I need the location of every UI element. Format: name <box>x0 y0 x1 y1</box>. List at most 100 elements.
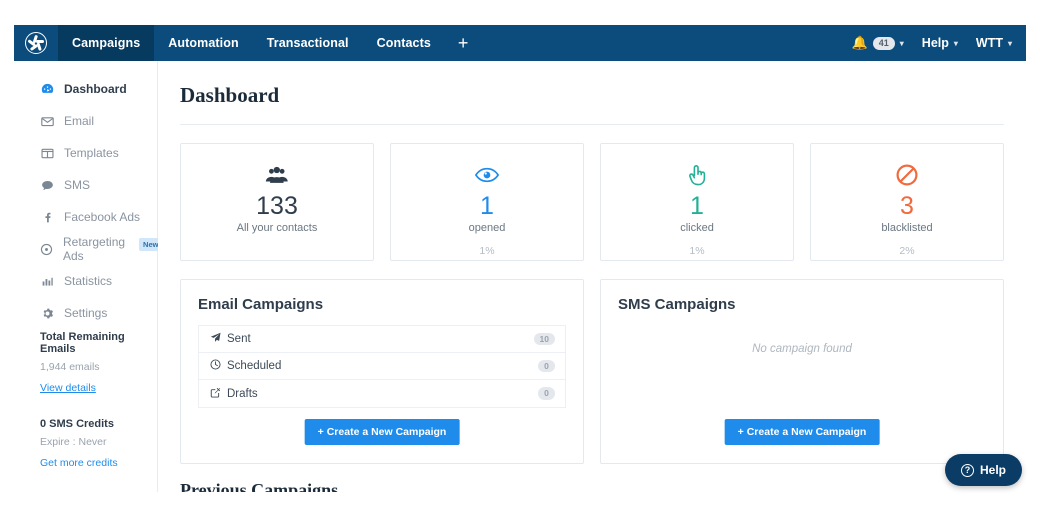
account-menu-label: WTT <box>975 36 1003 50</box>
sidebar-item-settings-label: Settings <box>64 306 108 320</box>
users-icon <box>264 161 290 189</box>
nav-item-transactional-label: Transactional <box>266 36 349 50</box>
get-more-credits-link[interactable]: Get more credits <box>40 457 118 469</box>
sidebar-item-templates-label: Templates <box>64 146 119 160</box>
email-campaigns-list: Sent 10 Scheduled 0 Drafts 0 <box>198 325 566 408</box>
chevron-down-icon: ▾ <box>899 38 904 48</box>
edit-square-icon <box>210 387 221 401</box>
stat-card-opened-label: opened <box>468 222 506 235</box>
create-email-campaign-label: Create a New Campaign <box>326 426 447 438</box>
sidebar-item-sms[interactable]: SMS <box>14 169 157 201</box>
dashboard-icon <box>40 83 54 96</box>
view-details-link[interactable]: View details <box>40 382 96 394</box>
sidebar-item-facebook-ads[interactable]: Facebook Ads <box>14 201 157 233</box>
stat-card-contacts-label: All your contacts <box>236 222 318 235</box>
email-row-drafts-label: Drafts <box>227 387 258 400</box>
sms-empty-message: No campaign found <box>752 343 852 355</box>
envelope-icon <box>40 115 54 128</box>
paper-plane-icon <box>210 332 221 346</box>
stat-card-blacklisted-value: 3 <box>900 192 914 220</box>
brand-logo[interactable] <box>14 25 58 61</box>
sms-campaigns-panel: SMS Campaigns No campaign found + Create… <box>600 279 1004 464</box>
templates-icon <box>40 147 54 160</box>
dashboard-app: Campaigns Automation Transactional Conta… <box>0 0 1040 517</box>
stat-card-clicked-value: 1 <box>690 192 704 220</box>
stat-card-contacts-value: 133 <box>256 192 298 220</box>
blocked-icon <box>895 161 919 189</box>
sms-credits-expire: Expire : Never <box>40 436 107 448</box>
email-row-drafts[interactable]: Drafts 0 <box>199 380 565 407</box>
campaign-panels-row: Email Campaigns Sent 10 Scheduled 0 Draf… <box>158 261 1026 464</box>
create-sms-campaign-label: Create a New Campaign <box>746 426 867 438</box>
stat-card-clicked[interactable]: 1 clicked 1% <box>600 143 794 261</box>
sidebar-item-retargeting-ads[interactable]: Retargeting Ads New <box>14 233 163 265</box>
add-new-button[interactable]: + <box>445 25 482 61</box>
nav-item-campaigns[interactable]: Campaigns <box>58 25 155 61</box>
help-menu[interactable]: Help ▾ <box>922 36 958 50</box>
previous-campaigns-heading: Previous Campaigns <box>180 480 339 492</box>
help-menu-label: Help <box>921 36 949 50</box>
sidebar-item-facebook-ads-label: Facebook Ads <box>64 210 141 224</box>
clock-icon <box>210 359 221 373</box>
nav-item-contacts[interactable]: Contacts <box>363 25 445 61</box>
email-row-sent[interactable]: Sent 10 <box>199 326 565 353</box>
nav-item-campaigns-label: Campaigns <box>72 36 141 50</box>
sidebar-footer: Total Remaining Emails 1,944 emails View… <box>40 331 145 471</box>
chat-bubble-icon <box>40 179 54 192</box>
sidebar-item-templates[interactable]: Templates <box>14 137 157 169</box>
stat-card-opened-value: 1 <box>480 192 494 220</box>
email-campaigns-panel: Email Campaigns Sent 10 Scheduled 0 Draf… <box>180 279 584 464</box>
pointing-hand-icon <box>686 161 708 189</box>
sidebar-item-email-label: Email <box>64 114 95 128</box>
chevron-down-icon: ▾ <box>953 38 958 48</box>
bar-chart-icon <box>40 275 54 288</box>
nav-item-automation-label: Automation <box>168 36 239 50</box>
stat-card-opened[interactable]: 1 opened 1% <box>390 143 584 261</box>
email-row-sent-count: 10 <box>533 332 555 346</box>
gear-icon <box>40 307 54 320</box>
brand-logo-icon <box>25 32 47 54</box>
sidebar-item-statistics[interactable]: Statistics <box>14 265 157 297</box>
email-row-scheduled-label: Scheduled <box>227 360 282 372</box>
remaining-emails-value: 1,944 emails <box>40 361 100 373</box>
sidebar-item-email[interactable]: Email <box>14 105 157 137</box>
bell-icon: 🔔 <box>851 35 868 50</box>
plus-icon: + <box>317 426 327 438</box>
sidebar: Dashboard Email Templates SMS Facebook A… <box>14 61 163 492</box>
notifications-count-badge: 41 <box>872 36 895 50</box>
sidebar-item-dashboard-label: Dashboard <box>64 82 127 96</box>
primary-nav-items: Campaigns Automation Transactional Conta… <box>58 25 481 61</box>
plus-icon: + <box>457 32 469 53</box>
stat-cards-row: 133 All your contacts 1 opened 1% 1 clic… <box>158 125 1026 261</box>
email-row-drafts-count: 0 <box>538 387 555 400</box>
account-menu[interactable]: WTT ▾ <box>976 36 1012 50</box>
create-email-campaign-button[interactable]: + Create a New Campaign <box>304 419 460 445</box>
nav-item-transactional[interactable]: Transactional <box>253 25 363 61</box>
stat-card-clicked-pct: 1% <box>689 245 705 258</box>
sidebar-item-settings[interactable]: Settings <box>14 297 157 329</box>
sidebar-item-retargeting-ads-label: Retargeting Ads <box>63 235 126 263</box>
top-navigation-bar: Campaigns Automation Transactional Conta… <box>14 25 1026 61</box>
stat-card-opened-pct: 1% <box>479 245 495 258</box>
top-nav-right-group: 🔔 41 ▾ Help ▾ WTT ▾ <box>852 25 1026 61</box>
question-mark-icon: ? <box>960 463 974 477</box>
eye-icon <box>474 161 500 189</box>
email-row-scheduled[interactable]: Scheduled 0 <box>199 353 565 380</box>
sidebar-item-sms-label: SMS <box>64 178 91 192</box>
remaining-emails-title: Total Remaining Emails <box>40 331 125 355</box>
sidebar-item-dashboard[interactable]: Dashboard <box>14 73 157 105</box>
chevron-down-icon: ▾ <box>1007 38 1012 48</box>
page-title: Dashboard <box>180 83 280 107</box>
stat-card-clicked-label: clicked <box>680 222 714 235</box>
target-icon <box>40 243 53 256</box>
sidebar-item-statistics-label: Statistics <box>64 274 113 288</box>
create-sms-campaign-button[interactable]: + Create a New Campaign <box>724 419 880 445</box>
stat-card-blacklisted-pct: 2% <box>899 245 915 258</box>
nav-item-automation[interactable]: Automation <box>154 25 252 61</box>
facebook-icon <box>40 211 54 224</box>
notifications-menu[interactable]: 🔔 41 ▾ <box>852 35 904 51</box>
stat-card-contacts[interactable]: 133 All your contacts <box>180 143 374 261</box>
stat-card-blacklisted[interactable]: 3 blacklisted 2% <box>810 143 1004 261</box>
help-widget-button[interactable]: ? Help <box>944 454 1022 486</box>
plus-icon: + <box>737 426 747 438</box>
